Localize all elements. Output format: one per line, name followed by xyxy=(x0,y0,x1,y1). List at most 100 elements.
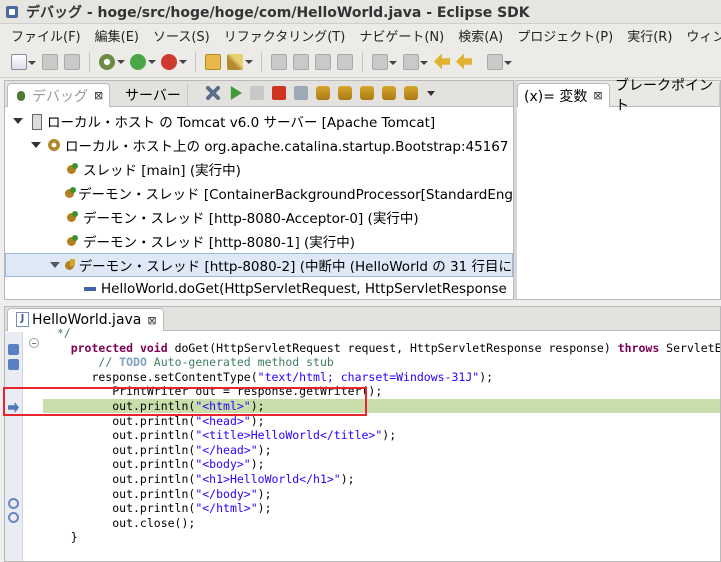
terminate-icon[interactable] xyxy=(272,86,286,100)
menu-source[interactable]: ソース(S) xyxy=(146,26,217,45)
tab-debug-label: デバッグ xyxy=(32,88,88,105)
code-token: "</body>" xyxy=(195,486,258,501)
close-icon[interactable]: ⊠ xyxy=(593,89,602,102)
suspend-icon[interactable] xyxy=(250,86,264,100)
code-token: protected xyxy=(70,340,134,355)
step-return-icon[interactable] xyxy=(360,86,374,100)
menu-edit[interactable]: 編集(E) xyxy=(88,26,146,45)
tree-row[interactable]: デーモン・スレッド [http-8080-2] (中断中 (HelloWorld… xyxy=(5,253,513,277)
tab-variables[interactable]: (x)= 変数 ⊠ xyxy=(517,83,610,107)
drop-to-frame-icon[interactable] xyxy=(382,86,396,100)
tree-row-label: デーモン・スレッド [ContainerBackgroundProcessor[… xyxy=(78,187,513,203)
toolbar-separator xyxy=(261,51,262,72)
previous-annotation-icon[interactable] xyxy=(403,53,428,70)
last-edit-icon[interactable] xyxy=(434,53,450,70)
step-into-icon[interactable] xyxy=(316,86,330,100)
resume-icon[interactable] xyxy=(230,86,242,100)
code-token: ); xyxy=(250,457,265,472)
tab-debug[interactable]: デバッグ ⊠ xyxy=(7,83,111,107)
menu-refactor[interactable]: リファクタリング(T) xyxy=(217,26,353,45)
menu-project[interactable]: プロジェクト(P) xyxy=(510,26,620,45)
code-line[interactable]: out.println("</head>"); xyxy=(43,443,720,457)
code-token: ); xyxy=(257,501,272,516)
breakpoint-icon[interactable] xyxy=(8,498,19,509)
code-line[interactable]: out.close(); xyxy=(43,516,720,530)
thread-icon xyxy=(63,186,76,200)
external-tools-icon[interactable] xyxy=(161,53,187,70)
new-icon[interactable] xyxy=(11,53,36,70)
code-line[interactable]: } xyxy=(43,530,720,544)
step-over-icon[interactable] xyxy=(338,86,352,100)
code-area[interactable]: */ protected void doGet(HttpServletReque… xyxy=(43,326,720,562)
search-icon[interactable] xyxy=(227,53,253,70)
code-token: void xyxy=(139,340,168,355)
thread-icon xyxy=(65,210,79,224)
use-step-filters-icon[interactable] xyxy=(404,86,418,100)
tab-breakpoints[interactable]: ブレークポイント xyxy=(609,78,720,114)
run-icon[interactable] xyxy=(130,53,156,70)
block-selection-icon[interactable] xyxy=(337,53,353,70)
code-line[interactable]: out.println("</body>"); xyxy=(43,487,720,501)
code-line[interactable]: out.println("<h1>HelloWorld</h1>"); xyxy=(43,472,720,486)
code-line[interactable]: // TODO Auto-generated method stub xyxy=(43,355,720,369)
save-icon[interactable] xyxy=(42,53,58,70)
tree-row[interactable]: デーモン・スレッド [http-8080-Acceptor-0] (実行中) xyxy=(5,205,513,229)
tree-row[interactable]: デーモン・スレッド [http-8080-1] (実行中) xyxy=(5,229,513,253)
close-icon[interactable]: ⊠ xyxy=(94,89,103,102)
expand-toggle-icon[interactable] xyxy=(48,258,61,272)
code-token: out.println( xyxy=(43,501,196,516)
remove-terminated-icon[interactable] xyxy=(206,86,220,100)
forward-icon[interactable] xyxy=(487,53,512,70)
debug-icon[interactable] xyxy=(99,53,125,70)
menu-search[interactable]: 検索(A) xyxy=(451,26,510,45)
expand-toggle-icon[interactable] xyxy=(11,114,25,128)
thread-icon xyxy=(65,162,79,176)
tree-row[interactable]: デーモン・スレッド [ContainerBackgroundProcessor[… xyxy=(5,181,513,205)
code-token: "</html>" xyxy=(195,501,258,516)
override-marker-icon xyxy=(8,344,19,355)
tree-row-label: ローカル・ホスト上の org.apache.catalina.startup.B… xyxy=(65,139,509,155)
current-line-highlight-box xyxy=(3,387,367,416)
debug-view-tabs: デバッグ ⊠ サーバー xyxy=(5,81,513,107)
tree-row[interactable]: ローカル・ホスト の Tomcat v6.0 サーバー [Apache Tomc… xyxy=(5,109,513,133)
view-menu-icon[interactable] xyxy=(426,86,436,100)
menu-window[interactable]: ウィンドウ xyxy=(679,26,721,45)
menu-navigate[interactable]: ナビゲート(N) xyxy=(352,26,451,45)
code-line[interactable]: protected void doGet(HttpServletRequest … xyxy=(43,341,720,355)
tree-row[interactable]: スレッド [main] (実行中) xyxy=(5,157,513,181)
code-line[interactable] xyxy=(43,545,720,559)
disconnect-icon[interactable] xyxy=(294,86,308,100)
show-whitespace-icon[interactable] xyxy=(315,53,331,70)
tab-servers[interactable]: サーバー xyxy=(119,83,188,107)
pin-icon[interactable] xyxy=(293,53,309,70)
code-token: "<body>" xyxy=(195,457,251,472)
toggle-mark-icon[interactable] xyxy=(271,53,287,70)
tree-row-label: HelloWorld.doGet(HttpServletRequest, Htt… xyxy=(101,281,507,297)
back-icon[interactable] xyxy=(456,53,472,70)
next-annotation-icon[interactable] xyxy=(372,53,397,70)
tree-row-label: デーモン・スレッド [http-8080-2] (中断中 (HelloWorld… xyxy=(78,259,512,275)
tab-variables-label: (x)= 変数 xyxy=(524,88,588,105)
print-icon[interactable] xyxy=(64,53,80,70)
stack-frame-row[interactable]: HelloWorld.doGet(HttpServletRequest, Htt… xyxy=(5,277,513,301)
code-token: "text/html; charset=Windows-31J" xyxy=(257,369,480,384)
code-token: "<title>HelloWorld</title>" xyxy=(195,428,383,443)
main-toolbar xyxy=(0,46,721,78)
tree-row[interactable]: ローカル・ホスト上の org.apache.catalina.startup.B… xyxy=(5,133,513,157)
breakpoint-icon[interactable] xyxy=(8,512,19,523)
fold-toggle-icon[interactable] xyxy=(29,338,39,348)
code-line[interactable]: out.println("<title>HelloWorld</title>")… xyxy=(43,428,720,442)
menu-run[interactable]: 実行(R) xyxy=(620,26,679,45)
code-token: out.println( xyxy=(43,442,196,457)
code-line[interactable]: out.println("</html>"); xyxy=(43,501,720,515)
expand-toggle-icon[interactable] xyxy=(29,138,43,152)
title-bar: デバッグ - hoge/src/hoge/hoge/com/HelloWorld… xyxy=(0,0,721,24)
editor-ruler[interactable] xyxy=(5,332,23,561)
close-icon[interactable]: ⊠ xyxy=(147,314,156,327)
code-line[interactable]: */ xyxy=(43,326,720,340)
code-line[interactable]: out.println("<body>"); xyxy=(43,457,720,471)
open-type-icon[interactable] xyxy=(205,53,221,70)
code-line[interactable]: response.setContentType("text/html; char… xyxy=(43,370,720,384)
menu-file[interactable]: ファイル(F) xyxy=(4,26,88,45)
